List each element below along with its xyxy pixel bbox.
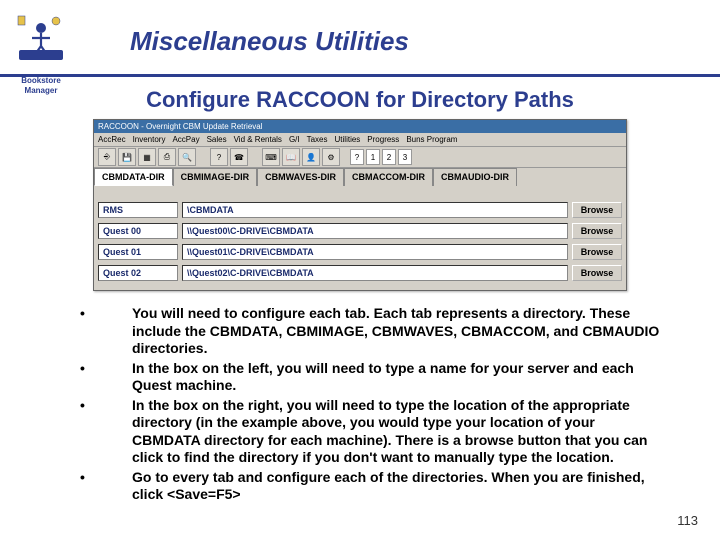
toolbar-num[interactable]: ? bbox=[350, 149, 364, 165]
bullet-list: •You will need to configure each tab. Ea… bbox=[80, 305, 660, 504]
grid-icon: ▦ bbox=[143, 153, 151, 162]
machine-name-input[interactable]: RMS bbox=[98, 202, 178, 218]
bullet-text: In the box on the left, you will need to… bbox=[132, 360, 660, 395]
window-titlebar: RACCOON - Overnight CBM Update Retrieval bbox=[94, 120, 626, 133]
toolbar-num[interactable]: 3 bbox=[398, 149, 412, 165]
app-screenshot: RACCOON - Overnight CBM Update Retrieval… bbox=[93, 119, 627, 291]
tab-cbmdata[interactable]: CBMDATA-DIR bbox=[94, 168, 173, 186]
path-row: Quest 02 \\Quest02\C-DRIVE\CBMDATA Brows… bbox=[98, 265, 622, 281]
print-icon: ⎙ bbox=[164, 152, 170, 162]
bullet-marker: • bbox=[80, 469, 132, 504]
bullet-text: In the box on the right, you will need t… bbox=[132, 397, 660, 467]
toolbar-button[interactable]: ⌨ bbox=[262, 148, 280, 166]
toolbar-button[interactable]: 💾 bbox=[118, 148, 136, 166]
brand-name-1: Bookstore bbox=[12, 77, 70, 85]
menu-item[interactable]: G/I bbox=[289, 135, 300, 144]
menu-item[interactable]: Progress bbox=[367, 135, 399, 144]
path-input[interactable]: \CBMDATA bbox=[182, 202, 568, 218]
brand-logo: Bookstore Manager bbox=[12, 8, 70, 70]
path-input[interactable]: \\Quest01\C-DRIVE\CBMDATA bbox=[182, 244, 568, 260]
toolbar-num[interactable]: 1 bbox=[366, 149, 380, 165]
tab-cbmaccom[interactable]: CBMACCOM-DIR bbox=[344, 168, 433, 186]
toolbar-button[interactable]: 📖 bbox=[282, 148, 300, 166]
help-icon: ? bbox=[217, 153, 221, 162]
path-row: Quest 01 \\Quest01\C-DRIVE\CBMDATA Brows… bbox=[98, 244, 622, 260]
browse-button[interactable]: Browse bbox=[572, 202, 622, 218]
browse-button[interactable]: Browse bbox=[572, 244, 622, 260]
brand-name-2: Manager bbox=[12, 87, 70, 95]
path-row: RMS \CBMDATA Browse bbox=[98, 202, 622, 218]
tab-cbmwaves[interactable]: CBMWAVES-DIR bbox=[257, 168, 344, 186]
toolbar-button[interactable]: 🔍 bbox=[178, 148, 196, 166]
toolbar-button[interactable]: 👤 bbox=[302, 148, 320, 166]
menu-item[interactable]: Buns Program bbox=[406, 135, 457, 144]
browse-button[interactable]: Browse bbox=[572, 223, 622, 239]
tab-cbmaudio[interactable]: CBMAUDIO-DIR bbox=[433, 168, 517, 186]
menu-bar: AccRec Inventory AccPay Sales Vid & Rent… bbox=[94, 133, 626, 147]
door-icon: ⎆ bbox=[104, 152, 110, 162]
machine-name-input[interactable]: Quest 01 bbox=[98, 244, 178, 260]
find-icon: 🔍 bbox=[182, 153, 192, 162]
slide-subtitle: Configure RACCOON for Directory Paths bbox=[0, 87, 720, 113]
menu-item[interactable]: Sales bbox=[207, 135, 227, 144]
tab-strip: CBMDATA-DIR CBMIMAGE-DIR CBMWAVES-DIR CB… bbox=[94, 168, 626, 186]
menu-item[interactable]: Taxes bbox=[307, 135, 328, 144]
bullet-marker: • bbox=[80, 360, 132, 395]
toolbar-button[interactable]: ▦ bbox=[138, 148, 156, 166]
bullet-marker: • bbox=[80, 305, 132, 358]
tool-bar: ⎆ 💾 ▦ ⎙ 🔍 ? ☎ ⌨ 📖 👤 ⚙ ? 1 2 3 bbox=[94, 147, 626, 168]
bullet-text: Go to every tab and configure each of th… bbox=[132, 469, 660, 504]
toolbar-button[interactable]: ? bbox=[210, 148, 228, 166]
calc-icon: ⌨ bbox=[265, 153, 277, 162]
path-input[interactable]: \\Quest02\C-DRIVE\CBMDATA bbox=[182, 265, 568, 281]
toolbar-button[interactable]: ⎙ bbox=[158, 148, 176, 166]
page-number: 113 bbox=[677, 513, 698, 528]
person-icon: 👤 bbox=[306, 153, 316, 162]
bullet-marker: • bbox=[80, 397, 132, 467]
path-input[interactable]: \\Quest00\C-DRIVE\CBMDATA bbox=[182, 223, 568, 239]
menu-item[interactable]: Inventory bbox=[133, 135, 166, 144]
bullet-text: You will need to configure each tab. Eac… bbox=[132, 305, 660, 358]
tool-icon: ⚙ bbox=[327, 153, 334, 162]
menu-item[interactable]: AccPay bbox=[172, 135, 199, 144]
save-icon: 💾 bbox=[122, 153, 132, 162]
browse-button[interactable]: Browse bbox=[572, 265, 622, 281]
toolbar-button[interactable]: ⎆ bbox=[98, 148, 116, 166]
machine-name-input[interactable]: Quest 00 bbox=[98, 223, 178, 239]
slide-title: Miscellaneous Utilities bbox=[130, 26, 409, 57]
machine-name-input[interactable]: Quest 02 bbox=[98, 265, 178, 281]
book-icon: 📖 bbox=[286, 153, 296, 162]
window-title: RACCOON - Overnight CBM Update Retrieval bbox=[98, 122, 263, 131]
menu-item[interactable]: AccRec bbox=[98, 135, 126, 144]
tab-cbmimage[interactable]: CBMIMAGE-DIR bbox=[173, 168, 258, 186]
path-row: Quest 00 \\Quest00\C-DRIVE\CBMDATA Brows… bbox=[98, 223, 622, 239]
menu-item[interactable]: Utilities bbox=[335, 135, 361, 144]
menu-item[interactable]: Vid & Rentals bbox=[234, 135, 282, 144]
toolbar-num[interactable]: 2 bbox=[382, 149, 396, 165]
toolbar-button[interactable]: ☎ bbox=[230, 148, 248, 166]
toolbar-button[interactable]: ⚙ bbox=[322, 148, 340, 166]
phone-icon: ☎ bbox=[234, 153, 244, 162]
